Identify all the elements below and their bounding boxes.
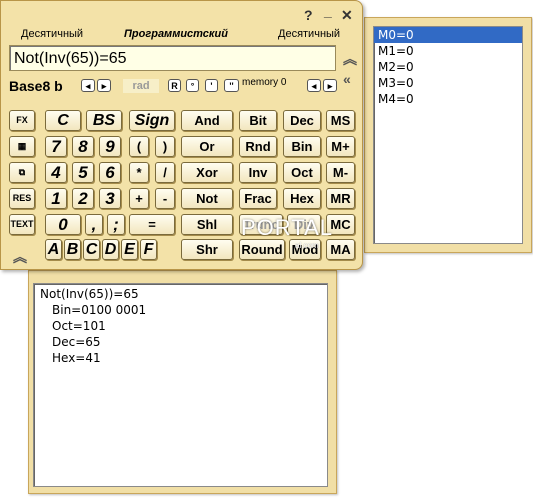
digit-5-button[interactable]: 5 (72, 162, 94, 183)
text-icon[interactable]: TEXT (9, 214, 35, 235)
ma-button[interactable]: MA (326, 239, 355, 260)
history-line: Dec=65 (52, 335, 101, 349)
bin-button[interactable]: Bin (283, 136, 321, 157)
watermark-small: al.com (295, 241, 319, 250)
mr-button[interactable]: MR (326, 188, 355, 209)
r-button[interactable]: R (168, 79, 181, 92)
sign-button[interactable]: Sign (129, 110, 175, 131)
m-plus-button[interactable]: M+ (326, 136, 355, 157)
oct-button[interactable]: Oct (283, 162, 321, 183)
expression-display[interactable]: Not(Inv(65))=65 (9, 45, 336, 71)
dec-button[interactable]: Dec (283, 110, 321, 131)
minute-button[interactable]: ' (205, 79, 218, 92)
memory-item-m4[interactable]: M4=0 (374, 91, 522, 107)
history-line: Oct=101 (52, 319, 106, 333)
comma-button[interactable]: , (85, 214, 103, 235)
memory-next-button[interactable]: ▸ (323, 79, 337, 92)
hex-a-button[interactable]: A (45, 239, 62, 260)
watermark: PORTAL (241, 215, 333, 240)
history-textbox[interactable]: Not(Inv(65))=65 Bin=0100 0001 Oct=101 De… (33, 283, 328, 487)
and-button[interactable]: And (181, 110, 233, 131)
equals-button[interactable]: = (129, 214, 175, 235)
tools-icon[interactable]: ▦ (9, 136, 35, 157)
digit-0-button[interactable]: 0 (45, 214, 81, 235)
round-button[interactable]: Round (239, 239, 285, 260)
shl-button[interactable]: Shl (181, 214, 233, 235)
hex-d-button[interactable]: D (102, 239, 119, 260)
copy-icon[interactable]: ⧉ (9, 162, 35, 183)
memory-item-m3[interactable]: M3=0 (374, 75, 522, 91)
minimize-button[interactable]: _ (324, 3, 332, 19)
ms-button[interactable]: MS (326, 110, 355, 131)
history-line: Bin=0100 0001 (52, 303, 147, 317)
digit-4-button[interactable]: 4 (45, 162, 67, 183)
not-button[interactable]: Not (181, 188, 233, 209)
memory-prev-button[interactable]: ◂ (307, 79, 321, 92)
memory-item-m2[interactable]: M2=0 (374, 59, 522, 75)
memory-item-m1[interactable]: M1=0 (374, 43, 522, 59)
memory-panel: M0=0 M1=0 M2=0 M3=0 M4=0 (364, 17, 532, 253)
mode-decimal-right[interactable]: Десятичный (278, 28, 340, 40)
semicolon-button[interactable]: ; (107, 214, 125, 235)
bit-button[interactable]: Bit (239, 110, 277, 131)
close-button[interactable]: ✕ (341, 7, 353, 24)
digit-1-button[interactable]: 1 (45, 188, 67, 209)
hex-f-button[interactable]: F (140, 239, 157, 260)
chevron-up-icon[interactable]: ︽ (343, 49, 357, 69)
digit-9-button[interactable]: 9 (99, 136, 121, 157)
hex-e-button[interactable]: E (121, 239, 138, 260)
chevron-up-icon[interactable]: ︽ (13, 247, 27, 267)
memory-item-m0[interactable]: M0=0 (374, 27, 522, 43)
hex-c-button[interactable]: C (83, 239, 100, 260)
backspace-button[interactable]: BS (86, 110, 122, 131)
digit-6-button[interactable]: 6 (99, 162, 121, 183)
inv-button[interactable]: Inv (239, 162, 277, 183)
frac-button[interactable]: Frac (239, 188, 277, 209)
plus-button[interactable]: + (129, 188, 149, 209)
m-minus-button[interactable]: M- (326, 162, 355, 183)
angle-unit-rad[interactable]: rad (123, 79, 159, 93)
fx-icon[interactable]: FX (9, 110, 35, 131)
base-label: Base8 b (9, 78, 63, 94)
history-line: Hex=41 (52, 351, 101, 365)
shr-button[interactable]: Shr (181, 239, 233, 260)
chevron-left-icon[interactable]: « (343, 71, 351, 87)
calculator-window: Десятичный Программистский Десятичный ? … (0, 0, 363, 270)
open-paren-button[interactable]: ( (129, 136, 149, 157)
digit-8-button[interactable]: 8 (72, 136, 94, 157)
degree-button[interactable]: ° (186, 79, 199, 92)
close-paren-button[interactable]: ) (155, 136, 175, 157)
digit-3-button[interactable]: 3 (99, 188, 121, 209)
second-button[interactable]: '' (224, 79, 239, 92)
xor-button[interactable]: Xor (181, 162, 233, 183)
help-button[interactable]: ? (304, 7, 313, 23)
digit-2-button[interactable]: 2 (72, 188, 94, 209)
or-button[interactable]: Or (181, 136, 233, 157)
rnd-button[interactable]: Rnd (239, 136, 277, 157)
history-panel: Not(Inv(65))=65 Bin=0100 0001 Oct=101 De… (28, 270, 337, 494)
result-icon[interactable]: RES (9, 188, 35, 209)
hex-b-button[interactable]: B (64, 239, 81, 260)
divide-button[interactable]: / (155, 162, 175, 183)
mode-programmer[interactable]: Программистский (124, 28, 228, 40)
memory-list[interactable]: M0=0 M1=0 M2=0 M3=0 M4=0 (373, 26, 523, 244)
memory-label: memory 0 (242, 77, 287, 88)
history-line: Not(Inv(65))=65 (40, 287, 139, 301)
base-next-button[interactable]: ▸ (97, 79, 111, 92)
digit-7-button[interactable]: 7 (45, 136, 67, 157)
multiply-button[interactable]: * (129, 162, 149, 183)
minus-button[interactable]: - (155, 188, 175, 209)
mode-decimal-left[interactable]: Десятичный (21, 28, 83, 40)
hex-button[interactable]: Hex (283, 188, 321, 209)
base-prev-button[interactable]: ◂ (81, 79, 95, 92)
clear-button[interactable]: C (45, 110, 81, 131)
